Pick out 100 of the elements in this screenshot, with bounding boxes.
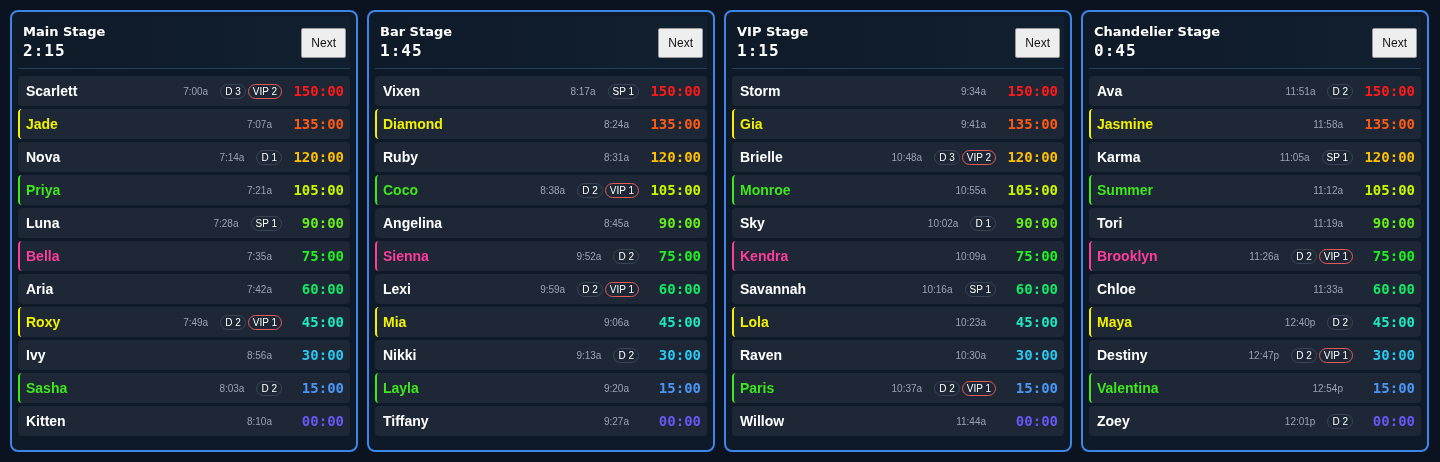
next-button[interactable]: Next xyxy=(301,28,346,58)
stage-title: VIP Stage xyxy=(737,24,809,39)
countdown-timer: 45:00 xyxy=(1371,314,1415,330)
countdown-timer: 30:00 xyxy=(300,347,344,363)
countdown-timer: 150:00 xyxy=(292,83,344,99)
start-time: 9:13a xyxy=(576,349,602,361)
countdown-timer: 120:00 xyxy=(292,149,344,165)
next-button[interactable]: Next xyxy=(1372,28,1417,58)
countdown-timer: 105:00 xyxy=(649,182,701,198)
stage-clock: 0:45 xyxy=(1094,41,1138,60)
start-time: 8:03a xyxy=(219,382,245,394)
countdown-timer: 45:00 xyxy=(300,314,344,330)
start-time: 10:30a xyxy=(955,349,986,361)
start-time: 8:17a xyxy=(570,85,596,97)
start-time: 11:33a xyxy=(1313,283,1343,295)
start-time: 8:38a xyxy=(540,184,566,196)
start-time: 12:54p xyxy=(1312,382,1343,394)
countdown-timer: 90:00 xyxy=(300,215,344,231)
start-time: 7:07a xyxy=(246,118,272,130)
stage-clock: 2:15 xyxy=(23,41,67,60)
stage-title: Chandelier Stage xyxy=(1094,24,1221,39)
next-button[interactable]: Next xyxy=(1015,28,1060,58)
dancer-name: Zoey xyxy=(1097,413,1131,429)
stage-title: Main Stage xyxy=(23,24,106,39)
start-time: 8:31a xyxy=(603,151,629,163)
dancer-name: Luna xyxy=(26,215,61,231)
start-time: 7:21a xyxy=(246,184,272,196)
start-time: 9:34a xyxy=(960,85,986,97)
start-time: 8:45a xyxy=(603,217,629,229)
dancer-name: Nikki xyxy=(383,347,418,363)
stage-clock: 1:45 xyxy=(380,41,424,60)
countdown-timer: 90:00 xyxy=(657,215,701,231)
dancer-name: Sienna xyxy=(383,248,430,264)
start-time: 10:37a xyxy=(891,382,923,394)
countdown-timer: 150:00 xyxy=(1006,83,1058,99)
countdown-timer: 135:00 xyxy=(292,116,344,132)
countdown-timer: 150:00 xyxy=(1363,83,1415,99)
dancer-name: Jade xyxy=(26,116,59,132)
countdown-timer: 105:00 xyxy=(1363,182,1415,198)
start-time: 12:01p xyxy=(1284,415,1316,427)
countdown-timer: 135:00 xyxy=(1006,116,1058,132)
dancer-name: Vixen xyxy=(383,83,422,99)
dancer-name: Aria xyxy=(26,281,55,297)
start-time: 7:28a xyxy=(213,217,239,229)
countdown-timer: 90:00 xyxy=(1014,215,1058,231)
dancer-name: Savannah xyxy=(740,281,808,297)
dancer-name: Roxy xyxy=(26,314,62,330)
start-time: 9:06a xyxy=(603,316,629,328)
start-time: 12:47p xyxy=(1248,349,1280,361)
start-time: 11:26a xyxy=(1249,250,1280,262)
countdown-timer: 00:00 xyxy=(300,413,344,429)
start-time: 11:51a xyxy=(1285,85,1316,97)
dancer-name: Brooklyn xyxy=(1097,248,1159,264)
dancer-name: Gia xyxy=(740,116,764,132)
dancer-name: Monroe xyxy=(740,182,792,198)
countdown-timer: 120:00 xyxy=(649,149,701,165)
countdown-timer: 00:00 xyxy=(657,413,701,429)
dancer-name: Raven xyxy=(740,347,784,363)
dancer-name: Sky xyxy=(740,215,766,231)
start-time: 9:52a xyxy=(576,250,602,262)
dancer-name: Mia xyxy=(383,314,408,330)
countdown-timer: 30:00 xyxy=(1014,347,1058,363)
dancer-name: Tiffany xyxy=(383,413,430,429)
start-time: 7:14a xyxy=(219,151,245,163)
dancer-name: Ava xyxy=(1097,83,1124,99)
countdown-timer: 75:00 xyxy=(657,248,701,264)
countdown-timer: 105:00 xyxy=(1006,182,1058,198)
countdown-timer: 120:00 xyxy=(1363,149,1415,165)
countdown-timer: 00:00 xyxy=(1014,413,1058,429)
stage-title: Bar Stage xyxy=(380,24,453,39)
start-time: 9:59a xyxy=(540,283,566,295)
countdown-timer: 75:00 xyxy=(1371,248,1415,264)
start-time: 8:10a xyxy=(246,415,272,427)
dancer-name: Ruby xyxy=(383,149,419,165)
next-button[interactable]: Next xyxy=(658,28,703,58)
countdown-timer: 15:00 xyxy=(1014,380,1058,396)
dancer-name: Maya xyxy=(1097,314,1134,330)
countdown-timer: 00:00 xyxy=(1371,413,1415,429)
start-time: 10:09a xyxy=(955,250,986,262)
dancer-name: Kitten xyxy=(26,413,67,429)
start-time: 11:19a xyxy=(1313,217,1343,229)
start-time: 9:27a xyxy=(603,415,629,427)
dancer-name: Ivy xyxy=(26,347,47,363)
start-time: 11:44a xyxy=(956,415,986,427)
dancer-name: Coco xyxy=(383,182,419,198)
start-time: 7:49a xyxy=(183,316,209,328)
start-time: 11:58a xyxy=(1313,118,1343,130)
dancer-name: Storm xyxy=(740,83,782,99)
countdown-timer: 45:00 xyxy=(1014,314,1058,330)
dancer-name: Priya xyxy=(26,182,62,198)
dancer-name: Kendra xyxy=(740,248,790,264)
start-time: 10:55a xyxy=(955,184,986,196)
dancer-name: Paris xyxy=(740,380,776,396)
dancer-name: Lola xyxy=(740,314,770,330)
dancer-name: Scarlett xyxy=(26,83,79,99)
stage-clock: 1:15 xyxy=(737,41,781,60)
start-time: 10:48a xyxy=(891,151,923,163)
countdown-timer: 135:00 xyxy=(1363,116,1415,132)
dancer-name: Layla xyxy=(383,380,420,396)
countdown-timer: 105:00 xyxy=(292,182,344,198)
